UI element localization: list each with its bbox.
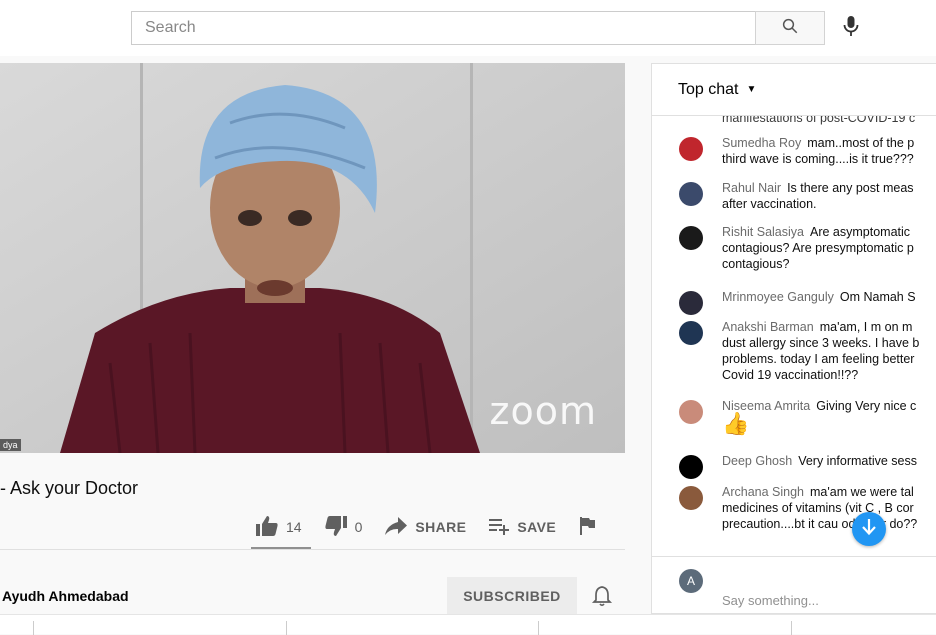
chat-mode-label: Top chat (678, 80, 739, 98)
chat-input-area: A (652, 556, 936, 613)
strip-divider (33, 621, 34, 635)
chat-author[interactable]: Sumedha Roy (722, 136, 801, 150)
video-player[interactable]: zoom dya (0, 63, 625, 453)
avatar (679, 226, 703, 250)
voice-search-button[interactable] (837, 13, 865, 43)
dislike-count: 0 (354, 519, 363, 535)
chat-message-input[interactable] (722, 593, 922, 608)
avatar (679, 321, 703, 345)
share-label: SHARE (415, 519, 467, 535)
chat-author[interactable]: Rishit Salasiya (722, 225, 804, 239)
avatar (679, 137, 703, 161)
report-button[interactable] (578, 516, 596, 539)
chat-text: Om Namah S (839, 290, 916, 304)
chat-message: Mrinmoyee Ganguly Om Namah S (652, 289, 936, 315)
channel-name[interactable]: Ayudh Ahmedabad (2, 588, 129, 604)
chat-author[interactable]: Rahul Nair (722, 181, 781, 195)
divider (0, 549, 625, 550)
like-count: 14 (286, 519, 302, 535)
strip-divider (286, 621, 287, 635)
thumbs-up-emoji: 👍 (722, 411, 750, 436)
chat-message: Rahul Nair Is there any post meas after v… (652, 180, 936, 212)
arrow-down-icon (861, 518, 877, 541)
video-title: - Ask your Doctor (0, 478, 139, 498)
chat-text: Giving Very nice c (816, 399, 917, 413)
chat-author[interactable]: Deep Ghosh (722, 454, 792, 468)
zoom-watermark: zoom (489, 389, 597, 433)
bottom-strip (0, 614, 936, 635)
microphone-icon (843, 15, 859, 42)
search-box (131, 11, 826, 45)
chat-message: Rishit Salasiya Are asymptomatic contagio… (652, 224, 936, 272)
chat-message: Deep Ghosh Very informative sess (652, 453, 936, 479)
avatar (679, 400, 703, 424)
share-arrow-icon (384, 516, 408, 539)
search-button[interactable] (755, 11, 825, 45)
chat-message: Sumedha Roy mam..most of the p third wave… (652, 135, 936, 167)
chat-message: Archana Singh ma'am we were tal medicines… (652, 484, 936, 532)
chat-author[interactable]: Mrinmoyee Ganguly (722, 290, 834, 304)
live-chat-panel: Top chat ▼ manifestations of post-COVID-… (651, 63, 936, 614)
bell-icon (590, 586, 614, 612)
chat-author[interactable]: Archana Singh (722, 485, 804, 499)
save-label: SAVE (517, 519, 557, 535)
user-avatar: A (679, 569, 703, 593)
strip-divider (538, 621, 539, 635)
top-bar (0, 0, 936, 56)
avatar (679, 182, 703, 206)
thumbs-down-icon (324, 515, 348, 540)
top-chat-selector[interactable]: Top chat ▼ (652, 64, 936, 116)
chat-message: Anakshi Barman ma'am, I m on m dust aller… (652, 319, 936, 383)
thumbs-up-icon (255, 515, 279, 540)
video-actions: 14 0 SHARE SAVE (255, 512, 618, 542)
subscribed-button[interactable]: SUBSCRIBED (447, 577, 577, 614)
like-button[interactable]: 14 (255, 515, 302, 540)
chat-message-partial: manifestations of post-COVID-19 c (722, 116, 916, 125)
search-input[interactable] (131, 11, 755, 45)
avatar (679, 291, 703, 315)
chat-text: Very informative sess (798, 454, 917, 468)
avatar (679, 486, 703, 510)
chat-author[interactable]: Anakshi Barman (722, 320, 814, 334)
chat-message-list[interactable]: manifestations of post-COVID-19 c Sumedh… (652, 116, 936, 556)
notification-bell-button[interactable] (590, 584, 614, 608)
playlist-add-icon (488, 517, 510, 538)
scroll-to-bottom-button[interactable] (852, 512, 886, 546)
chat-message: Niseema Amrita Giving Very nice c 👍 (652, 398, 936, 436)
participant-name-label: dya (0, 439, 21, 451)
search-icon (781, 17, 799, 40)
save-button[interactable]: SAVE (488, 517, 556, 538)
dislike-button[interactable]: 0 (324, 515, 363, 540)
share-button[interactable]: SHARE (384, 516, 466, 539)
caret-down-icon: ▼ (746, 84, 757, 95)
strip-divider (791, 621, 792, 635)
avatar (679, 455, 703, 479)
flag-icon (578, 516, 596, 539)
